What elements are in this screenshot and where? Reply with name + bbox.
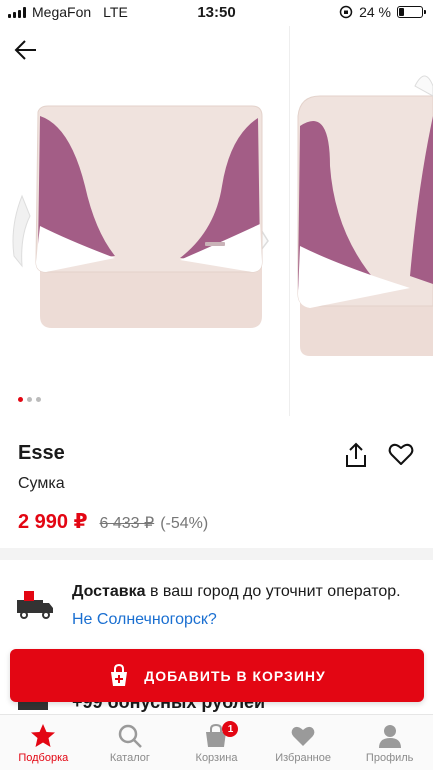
add-to-cart-button[interactable]: ДОБАВИТЬ В КОРЗИНУ — [10, 649, 424, 702]
tab-label: Избранное — [275, 752, 331, 764]
delivery-title: Доставка — [72, 583, 146, 600]
tab-bar: Подборка Каталог 1 Корзина Избранное Про… — [0, 714, 433, 770]
section-divider — [0, 548, 433, 560]
heart-icon — [291, 726, 315, 746]
heart-icon[interactable] — [388, 442, 414, 466]
product-info: Esse Сумка 2 990 ₽ 6 433 ₽ (-54%) — [0, 416, 433, 548]
product-brand[interactable]: Esse — [18, 442, 65, 465]
add-to-cart-label: ДОБАВИТЬ В КОРЗИНУ — [144, 667, 326, 684]
user-icon — [378, 725, 401, 748]
cart-count-badge: 1 — [222, 721, 239, 737]
search-icon — [118, 724, 142, 748]
tab-catalog[interactable]: Каталог — [87, 715, 174, 770]
battery-icon — [397, 6, 426, 18]
tab-profile[interactable]: Профиль — [346, 715, 433, 770]
product-image-next[interactable] — [290, 26, 433, 416]
product-category: Сумка — [18, 475, 65, 492]
tab-selection[interactable]: Подборка — [0, 715, 87, 770]
old-price: 6 433 ₽ — [99, 515, 155, 532]
tab-label: Каталог — [109, 752, 150, 764]
battery-percent: 24 % — [359, 4, 391, 20]
orientation-lock-icon — [339, 5, 353, 19]
product-gallery[interactable] — [0, 26, 433, 416]
current-price: 2 990 ₽ — [18, 511, 88, 533]
delivery-truck-icon — [17, 591, 53, 619]
tab-cart[interactable]: 1 Корзина — [173, 715, 260, 770]
pagination-dot — [27, 397, 32, 402]
price-row: 2 990 ₽ 6 433 ₽ (-54%) — [18, 509, 208, 534]
back-arrow-icon[interactable] — [12, 38, 40, 62]
tab-label: Подборка — [18, 752, 69, 764]
slide-divider — [289, 26, 290, 416]
delivery-info: Доставка в ваш город до уточнит оператор… — [72, 578, 422, 634]
delivery-description: в ваш город до уточнит оператор. — [145, 583, 401, 600]
share-icon[interactable] — [344, 442, 368, 468]
gallery-pagination — [18, 397, 41, 402]
pagination-dot — [36, 397, 41, 402]
discount-percent: (-54%) — [160, 515, 209, 532]
product-image[interactable] — [0, 26, 290, 416]
star-icon — [31, 724, 56, 747]
tab-label: Корзина — [195, 752, 238, 764]
pagination-dot — [18, 397, 23, 402]
tab-label: Профиль — [365, 752, 414, 764]
cart-add-icon — [111, 663, 128, 686]
tab-favorites[interactable]: Избранное — [260, 715, 347, 770]
status-bar: MegaFon LTE 13:50 24 % — [0, 0, 433, 26]
city-link[interactable]: Не Солнечногорск? — [72, 611, 217, 628]
